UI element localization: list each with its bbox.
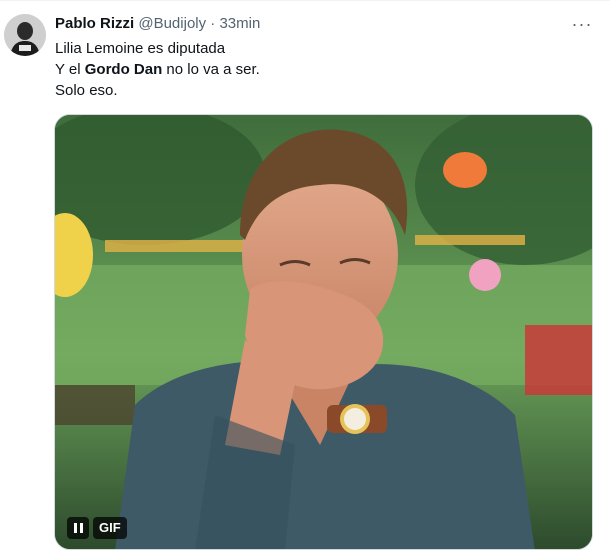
author-name[interactable]: Pablo Rizzi <box>55 15 134 32</box>
tweet-header: Pablo Rizzi @Budijoly · 33min <box>55 14 260 34</box>
pause-button[interactable] <box>67 517 89 539</box>
tweet-line-1: Lilia Lemoine es diputada <box>55 40 226 57</box>
tweet-line-2-bold: Gordo Dan <box>84 61 163 78</box>
tweet-text: Lilia Lemoine es diputada Y el Gordo Dan… <box>55 38 260 101</box>
separator-dot: · <box>210 15 216 32</box>
tweet-card[interactable]: Pablo Rizzi @Budijoly · 33min ··· Lilia … <box>0 0 610 550</box>
tweet-line-2-suffix: no lo va a ser. <box>162 61 260 78</box>
timestamp[interactable]: 33min <box>219 15 260 32</box>
pause-icon <box>73 523 77 533</box>
tweet-line-2-prefix: Y el <box>55 61 85 78</box>
gif-media[interactable]: GIF <box>54 114 593 550</box>
author-handle[interactable]: @Budijoly <box>138 15 206 32</box>
more-options-button[interactable]: ··· <box>570 12 594 36</box>
gif-badge: GIF <box>93 517 127 539</box>
pause-icon-bar <box>79 523 83 533</box>
tweet-line-2: Y el Gordo Dan no lo va a ser. <box>55 59 260 80</box>
tweet-line-3: Solo eso. <box>55 82 118 99</box>
gif-frame-image <box>55 115 592 549</box>
more-horizontal-icon: ··· <box>571 13 593 34</box>
avatar[interactable] <box>4 14 46 56</box>
